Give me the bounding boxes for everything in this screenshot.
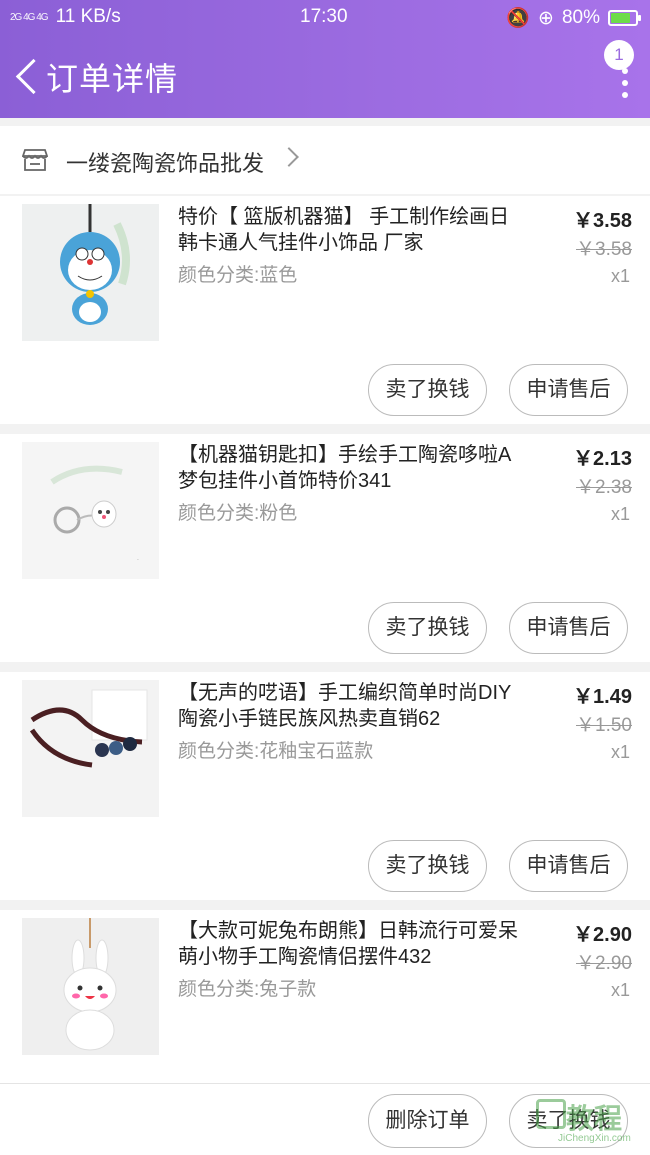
order-item[interactable]: 【大款可妮兔布朗熊】日韩流行可爱呆萌小物手工陶瓷情侣摆件432 颜色分类:兔子款… <box>0 910 650 1083</box>
shop-bar[interactable]: 一缕瓷陶瓷饰品批发 <box>0 126 650 194</box>
sell-button[interactable]: 卖了换钱 <box>368 840 487 892</box>
watermark-text-en: JiChengXin.com <box>558 1133 631 1144</box>
product-original-price: ￥2.38 <box>576 477 632 498</box>
after-sale-button[interactable]: 申请售后 <box>509 840 628 892</box>
after-sale-button[interactable]: 申请售后 <box>509 364 628 416</box>
shop-name[interactable]: 一缕瓷陶瓷饰品批发 <box>66 146 264 178</box>
product-quantity: x1 <box>610 504 630 524</box>
network-speed: 11 KB/s <box>55 6 121 27</box>
back-arrow-icon[interactable] <box>12 56 42 96</box>
product-original-price: ￥3.58 <box>576 239 632 260</box>
page-title: 订单详情 <box>46 61 179 97</box>
product-quantity: x1 <box>610 742 630 762</box>
more-menu-icon[interactable] <box>618 68 632 108</box>
product-price: ￥1.49 <box>573 686 632 708</box>
sell-button[interactable]: 卖了换钱 <box>368 364 487 416</box>
product-quantity: x1 <box>610 266 630 286</box>
delete-order-button[interactable]: 删除订单 <box>368 1094 487 1148</box>
watermark-box-icon <box>536 1099 566 1129</box>
top-bar: 2G 4G 4G 11 KB/s 17:30 🔕 ⊕ 80% 订单详情 1 <box>0 0 650 118</box>
bottom-action-bar: 删除订单 卖了换钱 教程 JiChengXin.com <box>0 1083 650 1155</box>
rotation-lock-icon: ⊕ <box>538 7 554 29</box>
svg-text:·: · <box>137 557 139 564</box>
after-sale-button[interactable]: 申请售后 <box>509 602 628 654</box>
product-name[interactable]: 【无声的呓语】手工编织简单时尚DIY陶瓷小手链民族风热卖直销62 <box>178 680 523 732</box>
order-item[interactable]: · 【机器猫钥匙扣】手绘手工陶瓷哆啦A梦包挂件小首饰特价341 颜色分类:粉色 … <box>0 434 650 662</box>
clock: 17:30 <box>300 6 348 27</box>
product-original-price: ￥1.50 <box>576 715 632 736</box>
product-attribute: 颜色分类:蓝色 <box>178 265 298 286</box>
battery-fill <box>611 13 630 23</box>
sell-button[interactable]: 卖了换钱 <box>368 602 487 654</box>
product-price: ￥2.90 <box>573 924 632 946</box>
product-attribute: 颜色分类:兔子款 <box>178 979 317 1000</box>
battery-icon <box>608 10 641 26</box>
product-image-bracelet[interactable] <box>22 680 159 817</box>
watermark-logo: 教程 JiChengXin.com <box>536 1091 646 1151</box>
order-item[interactable]: 【无声的呓语】手工编织简单时尚DIY陶瓷小手链民族风热卖直销62 颜色分类:花釉… <box>0 672 650 900</box>
product-image-doraemon[interactable] <box>22 204 159 341</box>
product-original-price: ￥2.90 <box>576 953 632 974</box>
product-price: ￥2.13 <box>573 448 632 470</box>
product-price: ￥3.58 <box>573 210 632 232</box>
product-attribute: 颜色分类:粉色 <box>178 503 298 524</box>
watermark-text-cn: 教程 <box>566 1103 623 1134</box>
header: 订单详情 1 <box>0 40 650 112</box>
order-item[interactable]: 特价【 篮版机器猫】 手工制作绘画日韩卡通人气挂件小饰品 厂家 颜色分类:蓝色 … <box>0 196 650 424</box>
chevron-right-icon[interactable] <box>279 147 299 167</box>
network-signal-icon: 2G 4G 4G <box>10 11 49 23</box>
product-image-bunny[interactable] <box>22 918 159 1055</box>
status-bar: 2G 4G 4G 11 KB/s 17:30 🔕 ⊕ 80% <box>0 0 650 34</box>
product-attribute: 颜色分类:花釉宝石蓝款 <box>178 741 374 762</box>
product-name[interactable]: 【大款可妮兔布朗熊】日韩流行可爱呆萌小物手工陶瓷情侣摆件432 <box>178 918 523 970</box>
product-name[interactable]: 特价【 篮版机器猫】 手工制作绘画日韩卡通人气挂件小饰品 厂家 <box>178 204 523 256</box>
notification-badge[interactable]: 1 <box>604 40 634 70</box>
battery-percent: 80% <box>561 7 600 28</box>
store-icon <box>22 149 48 171</box>
product-image-keychain[interactable]: · <box>22 442 159 579</box>
product-name[interactable]: 【机器猫钥匙扣】手绘手工陶瓷哆啦A梦包挂件小首饰特价341 <box>178 442 523 494</box>
product-quantity: x1 <box>610 980 630 1000</box>
mute-icon: 🔕 <box>506 8 531 29</box>
